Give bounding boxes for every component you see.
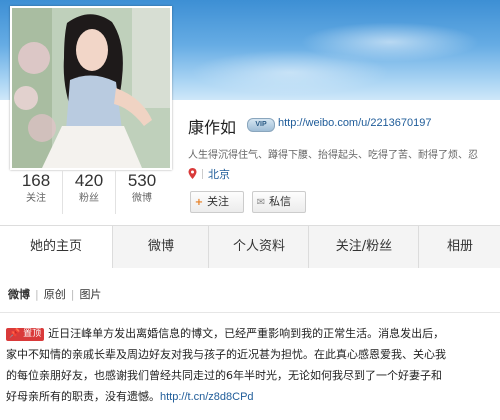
post-line: 📌 置顶 近日汪峰单方发出离婚信息的博文，已经严重影响到我的正常生活。消息发出后， <box>6 323 500 344</box>
feed-filters: 微博 | 原创 | 图片 <box>8 286 101 302</box>
count-label: 粉丝 <box>79 193 99 204</box>
envelope-icon: ✉ <box>256 197 266 208</box>
tab-profile-info[interactable]: 个人资料 <box>208 226 309 268</box>
following-count[interactable]: 168 关注 <box>10 170 63 214</box>
filter-images[interactable]: 图片 <box>79 288 101 301</box>
post-text: 好母亲所有的职责，没有遗憾。 <box>6 390 160 403</box>
filter-weibo[interactable]: 微博 <box>8 288 30 301</box>
count-number: 420 <box>74 171 104 190</box>
count-number: 530 <box>127 171 157 190</box>
profile-url-link[interactable]: http://weibo.com/u/2213670197 <box>278 117 432 129</box>
tab-album[interactable]: 相册 <box>418 226 500 268</box>
profile-location: 北京 <box>188 166 230 182</box>
pin-badge: 📌 置顶 <box>6 328 45 341</box>
message-label: 私信 <box>269 195 291 208</box>
avatar-photo <box>12 8 170 168</box>
post-line: 好母亲所有的职责，没有遗憾。http://t.cn/z8d8CPd <box>6 386 500 408</box>
post-line: 的每位亲朋好友，也感谢我们曾经共同走过的6年半时光，无论如何我尽到了一个好妻子和 <box>6 369 442 382</box>
profile-tabs: 她的主页 微博 个人资料 关注/粉丝 相册 <box>0 225 500 270</box>
filter-separator: | <box>35 288 39 301</box>
count-label: 关注 <box>26 193 46 204</box>
location-divider <box>202 169 203 179</box>
vip-label: VIP <box>255 121 267 128</box>
feed-divider <box>0 312 500 313</box>
avatar[interactable] <box>10 6 172 170</box>
count-number: 168 <box>21 171 51 190</box>
follow-button[interactable]: + 关注 <box>190 191 244 213</box>
tab-home[interactable]: 她的主页 <box>0 226 112 270</box>
location-pin-icon <box>188 168 197 179</box>
profile-motto: 人生得沉得住气、蹲得下腰、抬得起头、吃得了苦、耐得了烦、忍 <box>188 150 478 161</box>
pinned-post: 📌 置顶 近日汪峰单方发出离婚信息的博文，已经严重影响到我的正常生活。消息发出后，… <box>6 323 500 408</box>
posts-count[interactable]: 530 微博 <box>116 170 168 214</box>
message-button[interactable]: ✉ 私信 <box>252 191 306 213</box>
pin-label: 置顶 <box>23 329 42 339</box>
banner-cloud <box>190 50 390 95</box>
plus-icon: + <box>194 197 204 208</box>
tab-weibo[interactable]: 微博 <box>112 226 209 268</box>
filter-separator: | <box>70 288 75 301</box>
follow-label: 关注 <box>207 195 229 208</box>
post-line: 家中不知情的亲戚长辈及周边好友对我与孩子的近况甚为担忧。在此真心感恩爱我、关心我 <box>6 348 446 361</box>
profile-name: 康作如 <box>188 118 237 137</box>
profile-counts: 168 关注 420 粉丝 530 微博 <box>10 170 168 214</box>
filter-original[interactable]: 原创 <box>44 288 66 301</box>
tab-follow-fans[interactable]: 关注/粉丝 <box>308 226 419 268</box>
post-text: 近日汪峰单方发出离婚信息的博文，已经严重影响到我的正常生活。消息发出后， <box>48 327 445 340</box>
count-label: 微博 <box>132 193 152 204</box>
feed: 微博 | 原创 | 图片 📌 置顶 近日汪峰单方发出离婚信息的博文，已经严重影响到我的正常… <box>0 268 500 420</box>
followers-count[interactable]: 420 粉丝 <box>63 170 116 214</box>
location-text[interactable]: 北京 <box>208 168 230 181</box>
vip-badge-icon: VIP <box>247 118 275 132</box>
post-link[interactable]: http://t.cn/z8d8CPd <box>160 391 254 403</box>
